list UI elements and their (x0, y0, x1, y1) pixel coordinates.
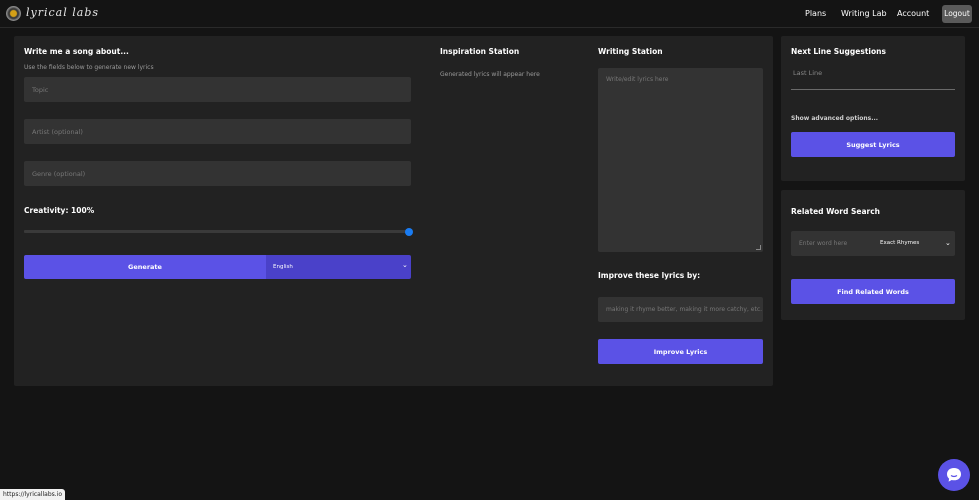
creativity-slider-fill (24, 230, 409, 233)
resize-handle-icon[interactable] (756, 245, 761, 250)
improve-input[interactable]: making it rhyme better, making it more c… (598, 297, 763, 322)
creativity-slider[interactable] (24, 227, 413, 236)
artist-input[interactable]: Artist (optional) (24, 119, 411, 144)
find-related-words-button[interactable]: Find Related Words (791, 279, 955, 304)
vinyl-record-icon[interactable] (6, 6, 21, 21)
chat-bubble-glyph (947, 468, 961, 482)
creativity-label: Creativity: 100% (24, 206, 95, 215)
next-line-title: Next Line Suggestions (791, 47, 886, 56)
generate-button[interactable]: Generate (24, 255, 266, 279)
advanced-options-link[interactable]: Show advanced options... (791, 115, 878, 122)
nav-plans-link[interactable]: Plans (805, 5, 826, 23)
rhyme-mode-select[interactable]: Exact Rhymes (880, 231, 919, 256)
related-word-title: Related Word Search (791, 207, 881, 216)
suggest-lyrics-button[interactable]: Suggest Lyrics (791, 132, 955, 157)
lyrics-textarea-placeholder: Write/edit lyrics here (606, 76, 669, 83)
nav-account-link[interactable]: Account (897, 5, 929, 23)
inspiration-title: Inspiration Station (440, 47, 520, 56)
chevron-down-icon: ⌄ (402, 261, 408, 269)
language-select[interactable]: English ⌄ (266, 255, 411, 279)
improve-label: Improve these lyrics by: (598, 271, 701, 280)
related-word-input[interactable]: Enter word here (799, 231, 847, 256)
song-form-subtitle: Use the fields below to generate new lyr… (24, 64, 154, 71)
next-line-panel (781, 36, 965, 181)
topic-input[interactable]: Topic (24, 77, 411, 102)
genre-input[interactable]: Genre (optional) (24, 161, 411, 186)
lyrics-textarea[interactable]: Write/edit lyrics here (598, 68, 763, 252)
nav-writing-lab-link[interactable]: Writing Lab (841, 5, 887, 23)
logout-button[interactable]: Logout (942, 5, 972, 23)
top-navbar: lyrical labs Plans Writing Lab Account L… (0, 0, 979, 28)
improve-lyrics-button[interactable]: Improve Lyrics (598, 339, 763, 364)
inspiration-output: Generated lyrics will appear here (440, 71, 540, 78)
writing-title: Writing Station (598, 47, 663, 56)
chat-bubble-icon[interactable] (938, 459, 970, 491)
browser-status-url: https://lyricallabs.io (0, 489, 66, 500)
chevron-down-icon: ⌄ (945, 239, 951, 247)
last-line-input[interactable]: Last Line (791, 64, 955, 90)
logo-text[interactable]: lyrical labs (26, 6, 99, 19)
song-form-title: Write me a song about... (24, 47, 129, 56)
related-word-search-group: Enter word here Exact Rhymes ⌄ (791, 231, 955, 256)
creativity-slider-thumb[interactable] (405, 227, 413, 236)
language-select-value: English (273, 264, 293, 270)
